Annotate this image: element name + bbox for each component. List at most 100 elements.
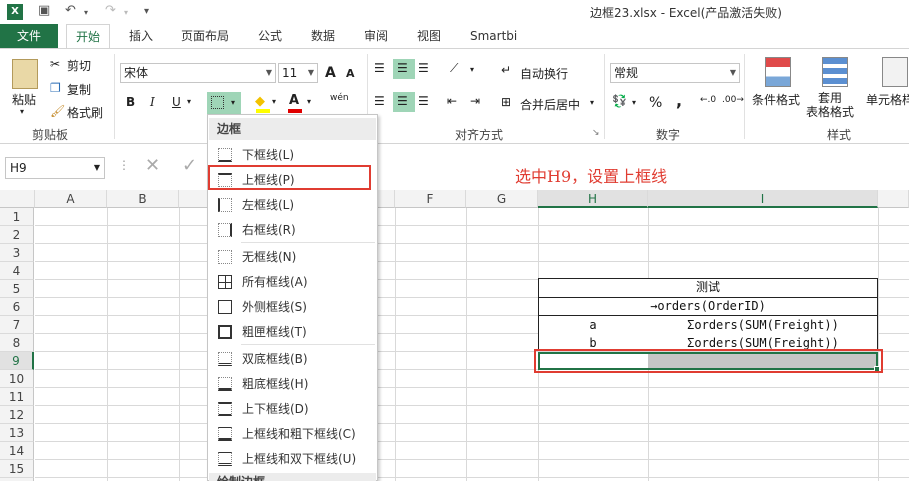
menu-item-left-border[interactable]: 左框线(L) xyxy=(209,193,376,217)
customize-qat-icon[interactable]: ▾ xyxy=(144,6,149,17)
currency-dropdown-icon[interactable]: ▾ xyxy=(632,98,636,107)
menu-item-all-borders[interactable]: 所有框线(A) xyxy=(209,270,376,294)
cell-styles-button[interactable]: 单元格样 xyxy=(866,91,909,108)
fill-color-icon[interactable]: ◆ xyxy=(255,94,265,109)
tab-formulas[interactable]: 公式 xyxy=(258,24,282,48)
underline-dropdown-icon[interactable]: ▾ xyxy=(187,97,191,106)
row-header-13[interactable]: 13 xyxy=(0,424,34,442)
column-header-next[interactable] xyxy=(878,190,909,208)
italic-button[interactable]: I xyxy=(150,95,155,109)
font-size-select[interactable]: 11 ▼ xyxy=(278,63,318,83)
save-icon[interactable]: ▣ xyxy=(38,3,50,18)
tab-review[interactable]: 审阅 xyxy=(364,24,388,48)
currency-icon[interactable]: 💱 xyxy=(612,94,627,108)
font-name-select[interactable]: 宋体 ▼ xyxy=(120,63,276,83)
merge-center-icon[interactable]: ⊞ xyxy=(501,95,511,109)
conditional-format-icon[interactable] xyxy=(765,57,791,87)
borders-button[interactable]: ▾ xyxy=(207,92,241,114)
cell-styles-icon[interactable] xyxy=(882,57,908,87)
merge-dropdown-icon[interactable]: ▾ xyxy=(590,98,594,107)
row-header-15[interactable]: 15 xyxy=(0,460,34,478)
format-as-table-button[interactable]: 套用 表格格式 xyxy=(806,91,854,119)
menu-item-thick-bottom-border[interactable]: 粗底框线(H) xyxy=(209,372,376,396)
menu-item-outside-borders[interactable]: 外侧框线(S) xyxy=(209,295,376,319)
paste-icon[interactable] xyxy=(12,59,38,89)
format-painter-button[interactable]: 格式刷 xyxy=(67,104,103,121)
menu-item-bottom-border[interactable]: 下框线(L) xyxy=(209,143,376,167)
align-bottom-icon[interactable]: ☰ xyxy=(418,61,429,75)
name-box[interactable]: H9 ▼ xyxy=(5,157,105,179)
column-header-h[interactable]: H xyxy=(538,190,648,208)
cell-i7[interactable]: Σorders(SUM(Freight)) xyxy=(648,316,878,334)
row-header-11[interactable]: 11 xyxy=(0,388,34,406)
select-all-corner[interactable] xyxy=(0,190,35,208)
font-color-dropdown-icon[interactable]: ▾ xyxy=(307,97,311,106)
menu-item-top-thick-bottom-border[interactable]: 上框线和粗下框线(C) xyxy=(209,422,376,446)
phonetic-button[interactable]: wén xyxy=(330,93,349,103)
row-header-7[interactable]: 7 xyxy=(0,316,34,334)
increase-indent-icon[interactable]: ⇥ xyxy=(470,94,480,108)
column-header-g[interactable]: G xyxy=(466,190,538,208)
cell-h5-title[interactable]: 测试 xyxy=(538,278,878,296)
copy-icon[interactable]: ❐ xyxy=(50,81,61,95)
enter-icon[interactable]: ✓ xyxy=(182,155,197,176)
cell-h7[interactable]: a xyxy=(538,316,648,334)
font-color-icon[interactable]: A xyxy=(289,93,299,108)
tab-data[interactable]: 数据 xyxy=(311,24,335,48)
orientation-icon[interactable]: ⟋ xyxy=(450,61,458,76)
tab-home[interactable]: 开始 xyxy=(66,24,111,49)
copy-button[interactable]: 复制 xyxy=(67,81,91,98)
bold-button[interactable]: B xyxy=(126,95,135,109)
tab-page-layout[interactable]: 页面布局 xyxy=(181,24,229,48)
row-header-10[interactable]: 10 xyxy=(0,370,34,388)
wrap-text-button[interactable]: 自动换行 xyxy=(520,65,568,82)
format-painter-icon[interactable]: 🖌 xyxy=(50,104,65,118)
column-header-b[interactable]: B xyxy=(107,190,179,208)
number-format-select[interactable]: 常规 ▼ xyxy=(610,63,740,83)
row-header-6[interactable]: 6 xyxy=(0,298,34,316)
excel-app-icon[interactable]: X xyxy=(7,4,23,20)
row-header-12[interactable]: 12 xyxy=(0,406,34,424)
menu-item-right-border[interactable]: 右框线(R) xyxy=(209,218,376,242)
menu-item-double-bottom-border[interactable]: 双底框线(B) xyxy=(209,347,376,371)
merge-center-button[interactable]: 合并后居中 xyxy=(520,96,580,113)
scissors-icon[interactable]: ✂ xyxy=(50,57,60,71)
row-header-8[interactable]: 8 xyxy=(0,334,34,352)
format-as-table-icon[interactable] xyxy=(822,57,848,87)
redo-icon[interactable]: ↷ xyxy=(105,3,116,18)
align-top-icon[interactable]: ☰ xyxy=(374,61,385,75)
menu-item-top-double-bottom-border[interactable]: 上框线和双下框线(U) xyxy=(209,447,376,471)
decrease-decimal-icon[interactable]: .00→ xyxy=(722,95,744,105)
fill-color-dropdown-icon[interactable]: ▾ xyxy=(272,97,276,106)
shrink-font-button[interactable]: A xyxy=(346,67,355,80)
underline-button[interactable]: U xyxy=(172,95,181,109)
conditional-format-button[interactable]: 条件格式 xyxy=(752,91,800,108)
column-header-a[interactable]: A xyxy=(35,190,107,208)
percent-button[interactable]: % xyxy=(649,95,662,111)
cancel-icon[interactable]: ✕ xyxy=(145,155,160,176)
menu-item-top-bottom-border[interactable]: 上下框线(D) xyxy=(209,397,376,421)
row-header-5[interactable]: 5 xyxy=(0,280,34,298)
increase-decimal-icon[interactable]: ←.0 xyxy=(700,95,716,105)
grow-font-button[interactable]: A xyxy=(325,65,336,81)
align-middle-button[interactable]: ☰ xyxy=(393,59,415,79)
wrap-text-icon[interactable]: ↵ xyxy=(501,63,511,77)
cut-button[interactable]: 剪切 xyxy=(67,57,91,74)
tab-file[interactable]: 文件 xyxy=(0,24,58,48)
cell-h6-header[interactable]: →orders(OrderID) xyxy=(538,297,878,315)
align-right-icon[interactable]: ☰ xyxy=(418,94,429,108)
row-header-14[interactable]: 14 xyxy=(0,442,34,460)
row-header-2[interactable]: 2 xyxy=(0,226,34,244)
orientation-dropdown-icon[interactable]: ▾ xyxy=(470,65,474,74)
column-header-f[interactable]: F xyxy=(395,190,466,208)
row-header-1[interactable]: 1 xyxy=(0,208,34,226)
tab-view[interactable]: 视图 xyxy=(417,24,441,48)
decrease-indent-icon[interactable]: ⇤ xyxy=(447,94,457,108)
undo-icon[interactable]: ↶ xyxy=(65,3,76,18)
tab-smartbi[interactable]: Smartbi xyxy=(470,24,517,48)
column-header-i[interactable]: I xyxy=(648,190,878,208)
paste-dropdown-icon[interactable]: ▾ xyxy=(20,107,24,116)
undo-dropdown-icon[interactable]: ▾ xyxy=(84,8,88,17)
menu-item-no-border[interactable]: 无框线(N) xyxy=(209,245,376,269)
paste-button[interactable]: 粘贴 xyxy=(12,91,36,108)
